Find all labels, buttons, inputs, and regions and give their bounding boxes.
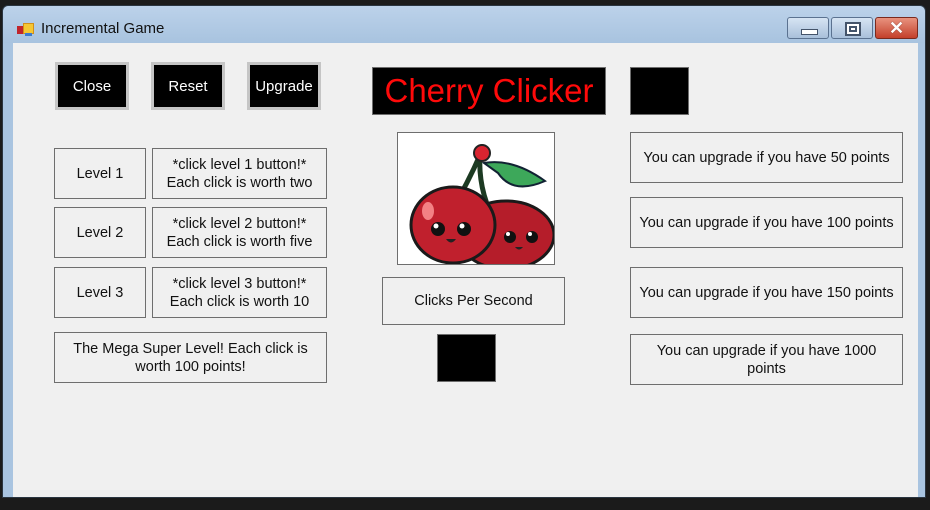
clicks-per-second-button[interactable]: Clicks Per Second <box>382 277 565 325</box>
level-2-desc-line1: *click level 2 button!* <box>172 215 307 232</box>
app-window: Incremental Game ✕ Close Reset Upgrade C… <box>2 5 926 498</box>
level-1-description: *click level 1 button!* Each click is wo… <box>152 148 327 199</box>
level-2-button[interactable]: Level 2 <box>54 207 146 258</box>
level-3-desc-line1: *click level 3 button!* <box>172 275 307 292</box>
score-display <box>630 67 689 115</box>
upgrade-1000-button[interactable]: You can upgrade if you have 1000 points <box>630 334 903 385</box>
form-client-area: Close Reset Upgrade Cherry Clicker Level… <box>13 43 918 497</box>
maximize-button[interactable] <box>831 17 873 39</box>
title-bar[interactable]: Incremental Game ✕ <box>3 6 925 43</box>
maximize-icon <box>845 22 861 36</box>
upgrade-50-button[interactable]: You can upgrade if you have 50 points <box>630 132 903 183</box>
cps-value-display <box>437 334 496 382</box>
mega-level-button[interactable]: The Mega Super Level! Each click is wort… <box>54 332 327 383</box>
upgrade-100-button[interactable]: You can upgrade if you have 100 points <box>630 197 903 248</box>
close-icon: ✕ <box>889 18 905 38</box>
level-3-button[interactable]: Level 3 <box>54 267 146 318</box>
close-button[interactable]: Close <box>55 62 129 110</box>
window-title: Incremental Game <box>41 20 165 37</box>
reset-button[interactable]: Reset <box>151 62 225 110</box>
level-2-description: *click level 2 button!* Each click is wo… <box>152 207 327 258</box>
level-1-button[interactable]: Level 1 <box>54 148 146 199</box>
level-3-desc-line2: Each click is worth 10 <box>169 293 310 310</box>
level-1-desc-line2: Each click is worth two <box>166 174 313 191</box>
level-2-desc-line2: Each click is worth five <box>166 233 313 250</box>
cherry-image[interactable] <box>397 132 556 271</box>
upgrade-button[interactable]: Upgrade <box>247 62 321 110</box>
window-close-button[interactable]: ✕ <box>875 17 918 39</box>
level-3-description: *click level 3 button!* Each click is wo… <box>152 267 327 318</box>
upgrade-150-button[interactable]: You can upgrade if you have 150 points <box>630 267 903 318</box>
game-title: Cherry Clicker <box>372 67 606 115</box>
cherry-icon <box>409 144 556 271</box>
minimize-icon <box>801 29 818 35</box>
app-icon <box>17 21 35 37</box>
level-1-desc-line1: *click level 1 button!* <box>172 156 307 173</box>
minimize-button[interactable] <box>787 17 829 39</box>
